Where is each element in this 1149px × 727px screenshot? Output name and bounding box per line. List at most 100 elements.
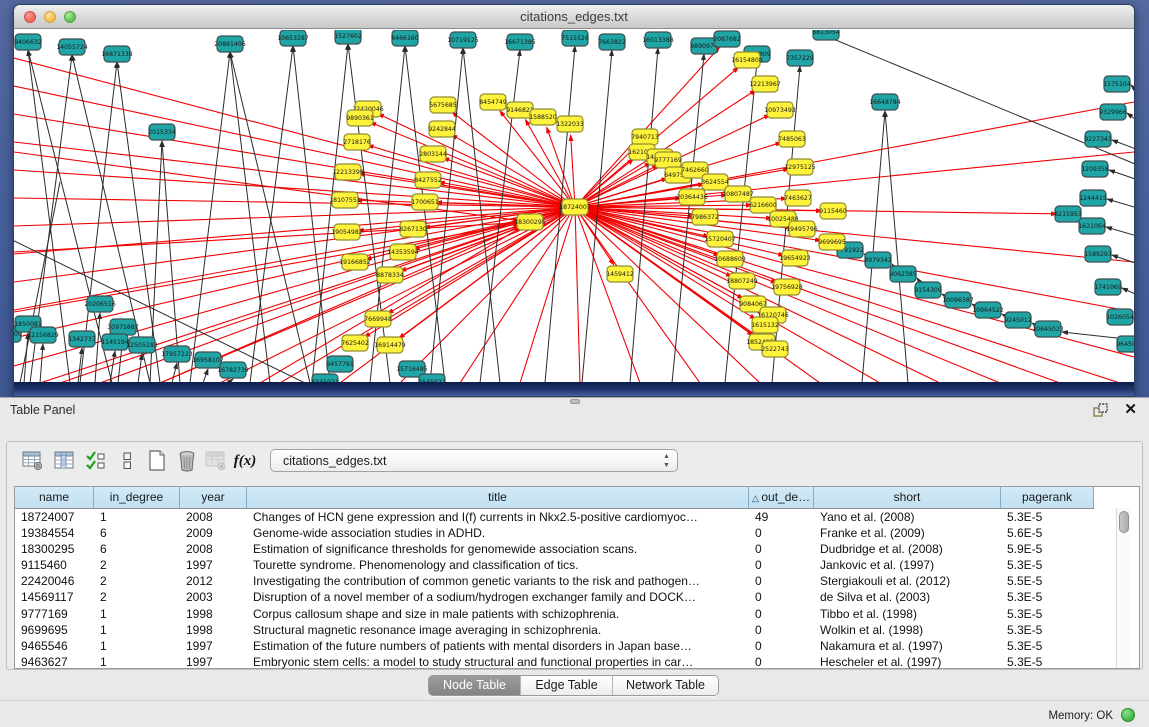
table-row[interactable]: 1872400712008Changes of HCN gene express… (15, 509, 1139, 525)
close-panel-icon[interactable]: ✕ (1124, 400, 1137, 418)
graph-edge[interactable] (1112, 140, 1134, 152)
table-cell[interactable]: 5.3E-5 (1001, 557, 1094, 573)
row-tools-icon[interactable] (114, 448, 140, 474)
table-cell[interactable]: Wolkin et al. (1998) (814, 622, 1001, 638)
graph-edge[interactable] (14, 198, 575, 207)
column-header-year[interactable]: year (180, 487, 247, 509)
table-row[interactable]: 1938455462009Genome-wide association stu… (15, 525, 1139, 541)
graph-edge[interactable] (203, 369, 208, 383)
graph-edge[interactable] (582, 50, 612, 383)
table-cell[interactable]: 0 (749, 622, 814, 638)
table-cell[interactable]: 5.3E-5 (1001, 589, 1094, 605)
column-header-title[interactable]: title (247, 487, 749, 509)
graph-edge[interactable] (1127, 113, 1134, 126)
graph-edge[interactable] (40, 344, 43, 383)
table-cell[interactable]: 5.3E-5 (1001, 606, 1094, 622)
table-settings-icon[interactable] (20, 448, 46, 474)
graph-edge[interactable] (190, 52, 230, 383)
float-panel-icon[interactable] (1093, 403, 1109, 418)
table-cell[interactable]: 0 (749, 557, 814, 573)
table-cell[interactable]: 5.3E-5 (1001, 654, 1094, 670)
table-row[interactable]: 1456911722003Disruption of a novel membe… (15, 589, 1139, 605)
table-row[interactable]: 969969511998Structural magnetic resonanc… (15, 622, 1139, 638)
graph-edge[interactable] (1131, 85, 1134, 98)
table-cell[interactable]: de Silva et al. (2003) (814, 589, 1001, 605)
table-cell[interactable]: Changes of HCN gene expression and I(f) … (247, 509, 749, 525)
table-cell[interactable]: 2 (94, 589, 180, 605)
table-cell[interactable]: 1998 (180, 622, 247, 638)
table-cell[interactable]: 14569117 (15, 589, 94, 605)
graph-edge[interactable] (368, 145, 575, 207)
graph-edge[interactable] (40, 207, 575, 383)
vertical-scrollbar[interactable] (1116, 508, 1131, 668)
node-attribute-table[interactable]: namein_degreeyeartitle△ out_de…shortpage… (14, 486, 1140, 669)
table-cell[interactable]: 5.6E-5 (1001, 525, 1094, 541)
graph-edge[interactable] (1107, 199, 1134, 210)
graph-edge[interactable] (14, 114, 575, 207)
table-cell[interactable]: 0 (749, 638, 814, 654)
window-titlebar[interactable]: citations_edges.txt (14, 5, 1134, 29)
table-cell[interactable]: 19384554 (15, 525, 94, 541)
graph-edge[interactable] (20, 182, 60, 383)
table-cell[interactable]: Corpus callosum shape and size in male p… (247, 606, 749, 622)
graph-edge[interactable] (460, 207, 575, 383)
table-cell[interactable]: 1 (94, 654, 180, 670)
table-cell[interactable]: Stergiakouli et al. (2012) (814, 573, 1001, 589)
table-cell[interactable]: 1 (94, 606, 180, 622)
graph-edge[interactable] (293, 46, 330, 383)
table-cell[interactable]: 0 (749, 525, 814, 541)
table-cell[interactable]: 5.9E-5 (1001, 541, 1094, 557)
table-cell[interactable]: 9463627 (15, 654, 94, 670)
table-cell[interactable]: 5.3E-5 (1001, 638, 1094, 654)
table-cell[interactable]: 2008 (180, 509, 247, 525)
graph-edge[interactable] (250, 46, 293, 383)
table-cell[interactable]: 1997 (180, 638, 247, 654)
table-cell[interactable]: 1998 (180, 606, 247, 622)
table-cell[interactable]: 2 (94, 573, 180, 589)
graph-edge[interactable] (1106, 227, 1134, 238)
function-builder-icon[interactable]: f(x) (232, 448, 258, 474)
table-row[interactable]: 946554611997Estimation of the future num… (15, 638, 1139, 654)
table-cell[interactable]: 9115460 (15, 557, 94, 573)
table-cell[interactable]: 1 (94, 509, 180, 525)
table-cell[interactable]: 18300295 (15, 541, 94, 557)
table-cell[interactable]: 5.3E-5 (1001, 509, 1094, 525)
table-row[interactable]: 1830029562008Estimation of significance … (15, 541, 1139, 557)
table-cell[interactable]: 49 (749, 509, 814, 525)
graph-edge[interactable] (312, 44, 348, 383)
column-header-name[interactable]: name (15, 487, 94, 509)
column-header-in_degree[interactable]: in_degree (94, 487, 180, 509)
table-cell[interactable]: 9699695 (15, 622, 94, 638)
table-row[interactable]: 911546021997Tourette syndrome. Phenomeno… (15, 557, 1139, 573)
table-cell[interactable]: Hescheler et al. (1997) (814, 654, 1001, 670)
graph-edge[interactable] (575, 207, 1060, 383)
graph-edge[interactable] (230, 52, 310, 383)
table-cell[interactable]: 0 (749, 654, 814, 670)
show-columns-icon[interactable] (52, 448, 78, 474)
network-canvas[interactable]: 9406632140557241687133820891406106532871… (14, 30, 1134, 384)
table-cell[interactable]: Embryonic stem cells: a model to study s… (247, 654, 749, 670)
split-pane-handle[interactable] (570, 399, 580, 404)
table-cell[interactable]: Dudbridge et al. (2008) (814, 541, 1001, 557)
import-table-icon[interactable] (203, 448, 229, 474)
table-row[interactable]: 946362711997Embryonic stem cells: a mode… (15, 654, 1139, 670)
graph-edge[interactable] (14, 142, 575, 207)
graph-edge[interactable] (78, 348, 82, 383)
table-cell[interactable]: 5.5E-5 (1001, 573, 1094, 589)
graph-edge[interactable] (14, 58, 575, 207)
graph-edge[interactable] (1109, 170, 1134, 182)
tab-node-table[interactable]: Node Table (429, 676, 521, 695)
graph-edge[interactable] (885, 111, 908, 383)
table-cell[interactable]: 5.3E-5 (1001, 622, 1094, 638)
table-cell[interactable]: 2 (94, 557, 180, 573)
table-cell[interactable]: 0 (749, 541, 814, 557)
table-row[interactable]: 977716911998Corpus callosum shape and si… (15, 606, 1139, 622)
table-cell[interactable]: Structural magnetic resonance image aver… (247, 622, 749, 638)
table-cell[interactable]: 0 (749, 606, 814, 622)
table-cell[interactable]: 1997 (180, 557, 247, 573)
graph-edge[interactable] (220, 207, 575, 383)
column-header-short[interactable]: short (814, 487, 1001, 509)
table-cell[interactable]: 1 (94, 622, 180, 638)
table-cell[interactable]: Disruption of a novel member of a sodium… (247, 589, 749, 605)
new-table-icon[interactable] (144, 448, 170, 474)
